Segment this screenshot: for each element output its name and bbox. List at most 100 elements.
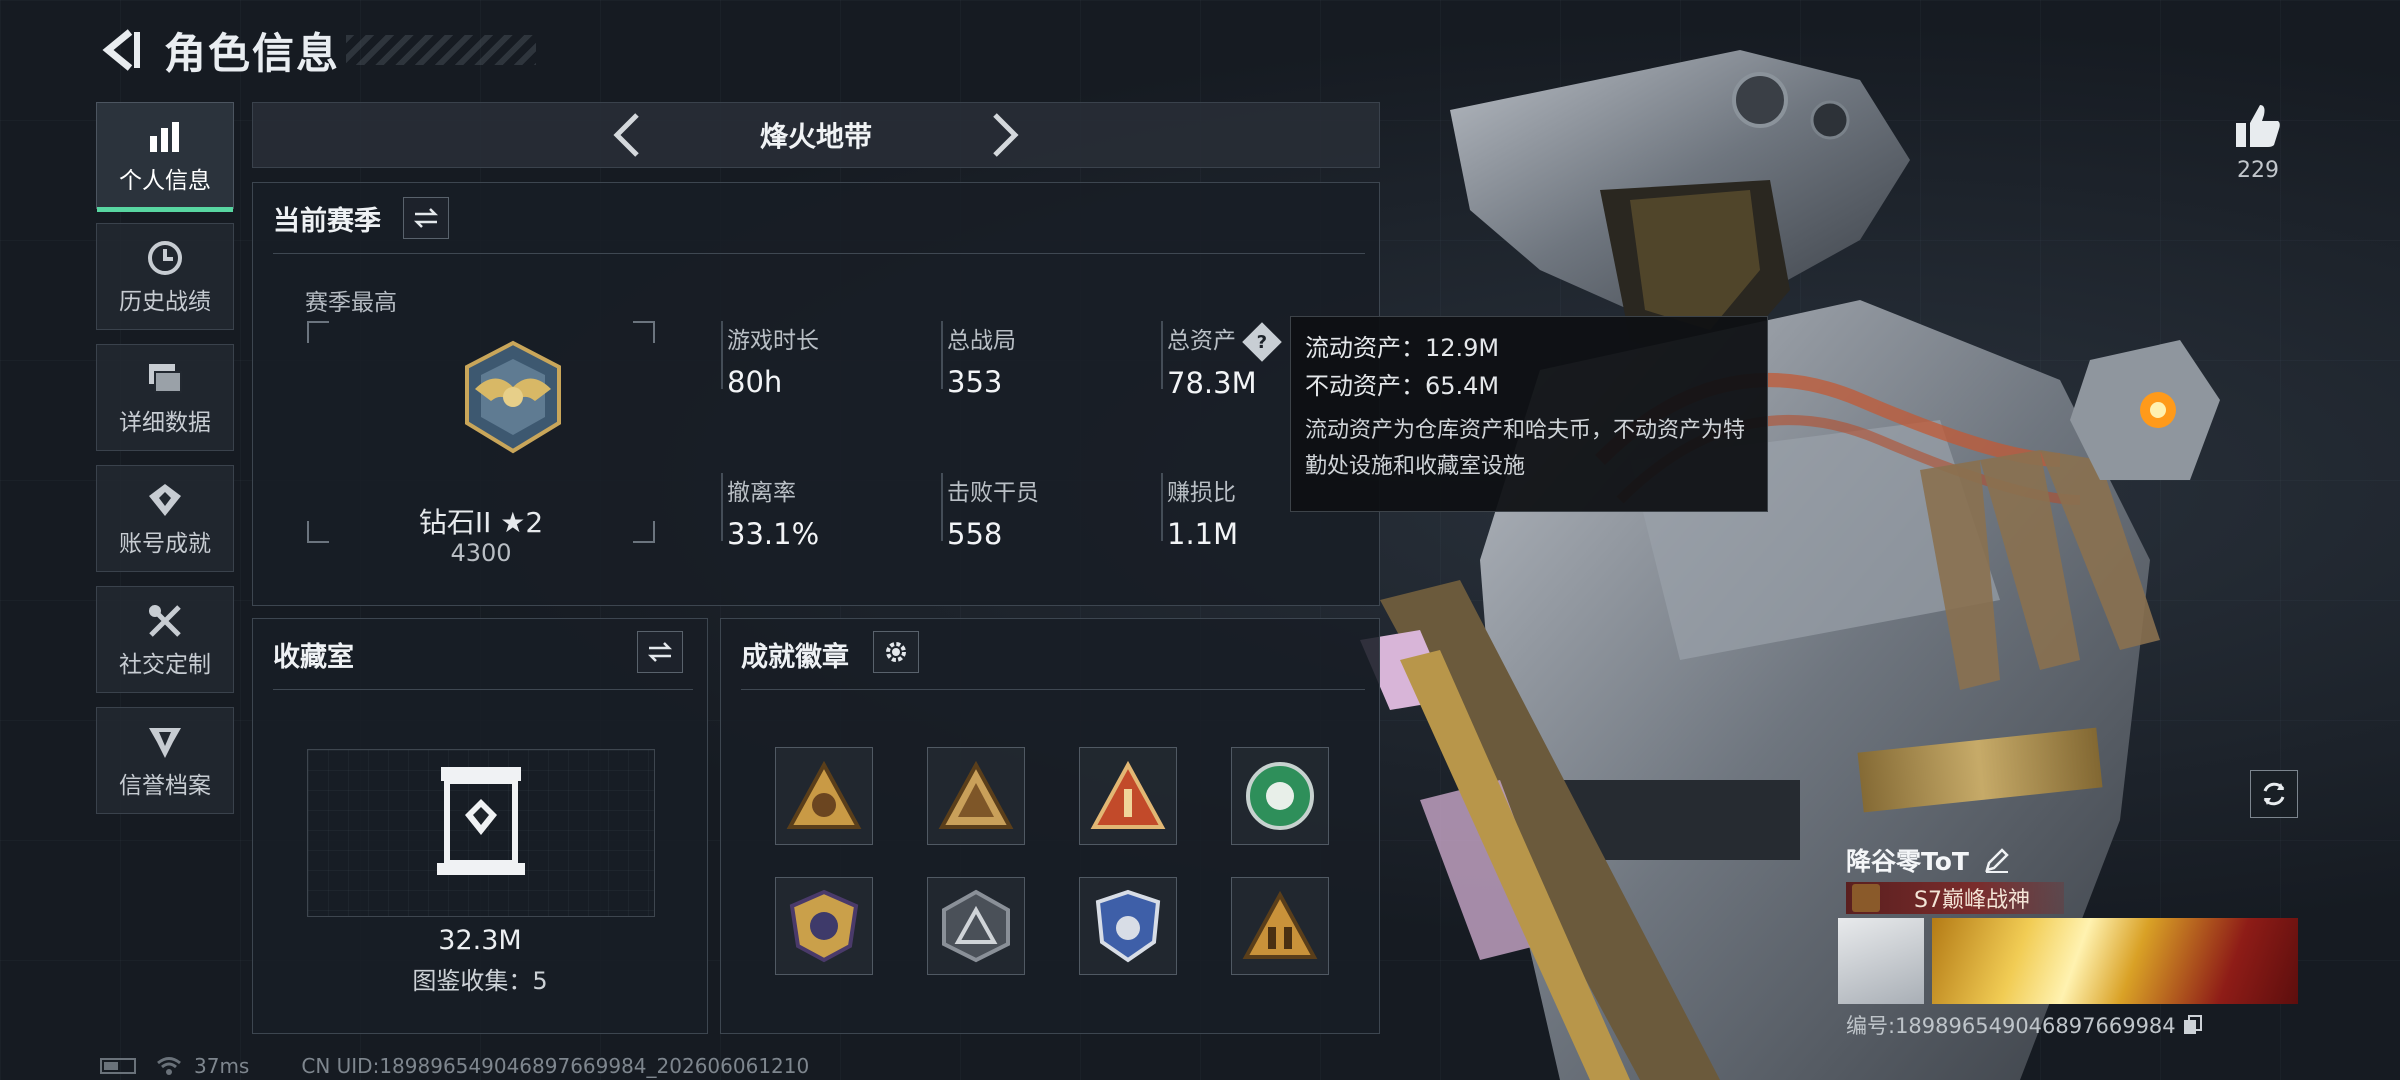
player-title-badge: S7巅峰战神: [1846, 882, 2064, 914]
stat-label: 撤离率: [727, 480, 796, 506]
mode-selector: 烽火地带: [252, 102, 1380, 168]
stat-value: 1.1M: [1167, 517, 1239, 551]
stat-label: 总战局: [947, 328, 1016, 354]
nav-label: 账号成就: [119, 530, 211, 557]
swap-arrows-icon: [647, 642, 673, 662]
gold-crest-badge-icon: [789, 889, 859, 963]
achievement-icon: [145, 480, 185, 520]
nav-label: 社交定制: [119, 651, 211, 678]
stacked-cards-icon: [145, 359, 185, 399]
collection-value: 32.3M: [438, 925, 522, 956]
grey-triangle-badge-icon: [942, 889, 1010, 963]
season-best-label: 赛季最高: [305, 290, 397, 316]
gold-soldiers-badge-icon: [1242, 891, 1318, 959]
prev-mode-button[interactable]: [601, 110, 651, 160]
copy-icon[interactable]: [2182, 1014, 2204, 1036]
nav-item-reputation[interactable]: 信誉档案: [96, 707, 234, 814]
tooltip-fixed-assets: 不动资产：65.4M: [1305, 372, 1500, 400]
back-button[interactable]: [96, 26, 144, 74]
title-badge-text: S7巅峰战神: [1914, 888, 2030, 913]
page-title: 角色信息: [164, 28, 341, 78]
stat-divider: [1161, 473, 1163, 541]
next-mode-button[interactable]: [981, 110, 1031, 160]
mode-name: 烽火地带: [759, 120, 872, 153]
stat-profit-ratio: 赚损比 1.1M: [1161, 473, 1239, 551]
badge-slot[interactable]: [1079, 747, 1177, 845]
display-case-icon: [437, 767, 525, 875]
collection-switch-button[interactable]: [637, 631, 683, 673]
sidebar-nav: 个人信息 历史战绩 详细数据 账号成就 社交定制 信誉档案: [96, 102, 234, 828]
badge-slot[interactable]: [927, 747, 1025, 845]
stat-divider: [721, 321, 723, 389]
tooltip-description: 流动资产为仓库资产和哈夫币，不动资产为特勤处设施和收藏室设施: [1305, 418, 1746, 479]
nav-item-history[interactable]: 历史战绩: [96, 223, 234, 330]
nav-item-social[interactable]: 社交定制: [96, 586, 234, 693]
shield-emblem-icon: [145, 722, 185, 762]
stat-label: 总资产?: [1167, 321, 1282, 362]
badge-slot[interactable]: [927, 877, 1025, 975]
stat-divider: [941, 321, 943, 389]
wrench-tools-icon: [145, 601, 185, 641]
chevron-right-icon: [993, 113, 1019, 157]
frame-corner: [633, 321, 655, 343]
badge-slot[interactable]: [1231, 877, 1329, 975]
stat-divider: [721, 473, 723, 541]
stat-divider: [941, 473, 943, 541]
frame-corner: [307, 321, 329, 343]
stat-value: 78.3M: [1167, 365, 1257, 400]
player-name-text: 降谷零ToT: [1846, 847, 1969, 876]
like-count: 229: [2237, 158, 2279, 183]
name-card[interactable]: [1932, 918, 2298, 1004]
badge-slot[interactable]: [775, 747, 873, 845]
player-id-text: 编号:18989654904689766998​4: [1846, 1014, 2176, 1038]
player-name: 降谷零ToT: [1846, 842, 2011, 878]
edit-pencil-icon[interactable]: [1983, 846, 2011, 874]
chevron-left-icon: [613, 113, 639, 157]
nav-label: 详细数据: [119, 409, 211, 436]
stat-value: 33.1%: [727, 517, 820, 551]
bar-chart-icon: [145, 117, 185, 157]
stat-label-text: 总资产: [1167, 328, 1236, 354]
badges-panel: 成就徽章: [720, 618, 1380, 1034]
stat-extraction-rate: 撤离率 33.1%: [721, 473, 820, 551]
collection-divider: [273, 689, 693, 690]
badge-slot[interactable]: [1079, 877, 1177, 975]
badges-settings-button[interactable]: [873, 631, 919, 673]
refresh-button[interactable]: [2250, 770, 2298, 818]
stat-play-time: 游戏时长 80h: [721, 321, 819, 399]
title-decoration: [346, 35, 537, 65]
triangle-number-one-badge-icon: [1090, 761, 1166, 829]
season-title: 当前赛季: [273, 206, 381, 237]
badge-slot[interactable]: [775, 877, 873, 975]
like-button[interactable]: [2228, 96, 2288, 156]
nav-item-profile[interactable]: 个人信息: [96, 102, 234, 212]
season-switch-button[interactable]: [403, 197, 449, 239]
header: 角色信息: [96, 20, 537, 80]
stat-total-matches: 总战局 353: [941, 321, 1016, 399]
blue-shield-badge-icon: [1095, 889, 1161, 963]
season-divider: [273, 253, 1365, 254]
stat-value: 80h: [727, 365, 783, 399]
swap-arrows-icon: [413, 208, 439, 228]
nav-item-details[interactable]: 详细数据: [96, 344, 234, 451]
avatar[interactable]: [1838, 918, 1924, 1004]
stat-label: 击败干员: [947, 480, 1039, 506]
collection-panel[interactable]: 收藏室 32.3M 图鉴收集：5: [252, 618, 708, 1034]
thumbs-up-icon: [2236, 105, 2280, 147]
green-shield-badge-icon: [1246, 762, 1314, 830]
stat-total-assets: 总资产? 78.3M: [1161, 321, 1282, 400]
nav-label: 信誉档案: [119, 772, 211, 799]
stat-value: 558: [947, 517, 1003, 551]
collection-title: 收藏室: [273, 642, 354, 673]
stat-label: 游戏时长: [727, 328, 819, 354]
badge-slot[interactable]: [1231, 747, 1329, 845]
stat-operators-defeated: 击败干员 558: [941, 473, 1039, 551]
season-panel: 当前赛季 赛季最高 钻石II ★2 4300 游戏时长 80h 总战局 353 …: [252, 182, 1380, 606]
help-icon[interactable]: ?: [1242, 321, 1282, 362]
gear-icon: [886, 642, 906, 662]
title-badge-icon: [1852, 884, 1880, 912]
chevron-left-icon: [102, 29, 140, 71]
clock-history-icon: [145, 238, 185, 278]
nav-item-achievements[interactable]: 账号成就: [96, 465, 234, 572]
stat-value: 353: [947, 365, 1003, 399]
